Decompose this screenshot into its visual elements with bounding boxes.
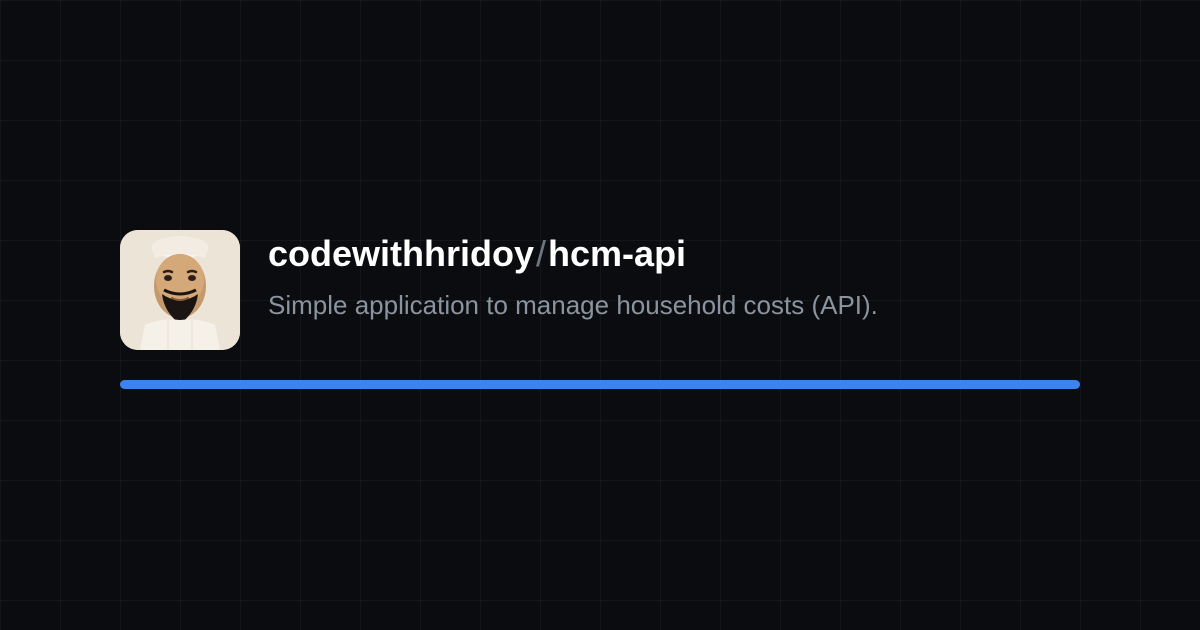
card-content: codewithhridoy/hcm-api Simple applicatio… [120,230,1080,350]
card-text: codewithhridoy/hcm-api Simple applicatio… [268,230,878,325]
repo-description: Simple application to manage household c… [268,287,878,325]
avatar [120,230,240,350]
repo-owner: codewithhridoy [268,233,534,274]
repo-card: codewithhridoy/hcm-api Simple applicatio… [120,230,1080,350]
repo-name: hcm-api [548,233,686,274]
repo-title: codewithhridoy/hcm-api [268,232,878,275]
accent-bar [120,380,1080,389]
repo-separator: / [536,233,546,274]
avatar-image [120,230,240,350]
